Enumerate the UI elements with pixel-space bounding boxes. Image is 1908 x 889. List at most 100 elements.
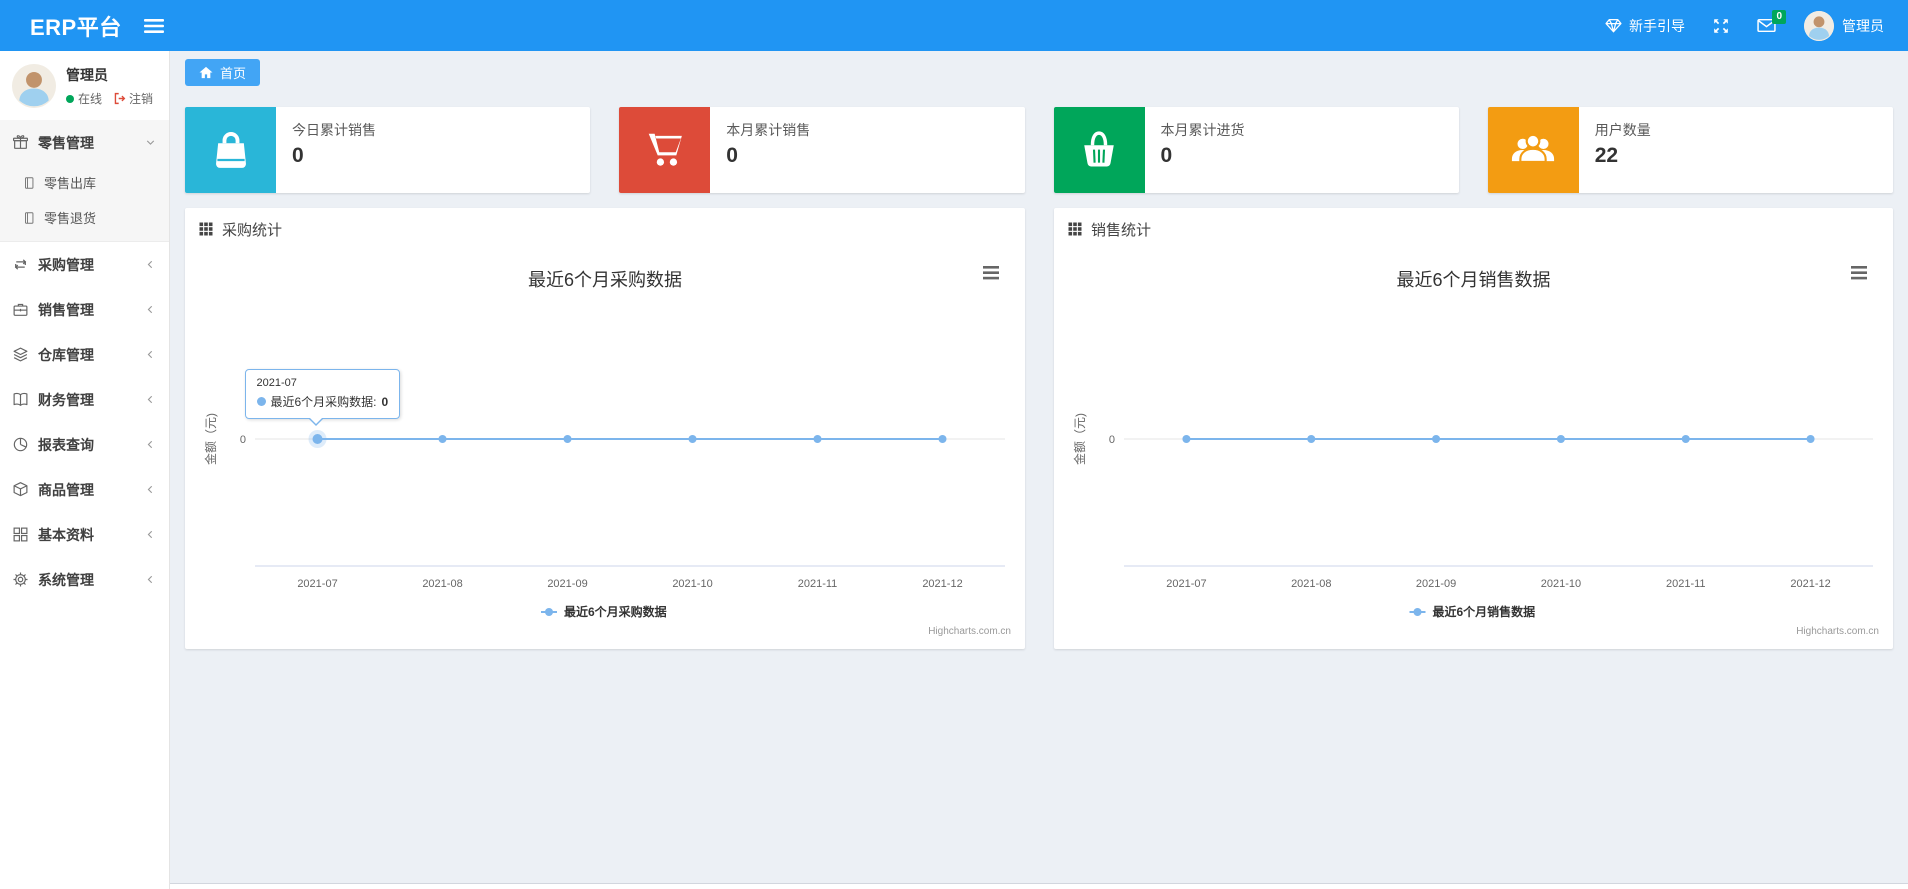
th-grid-icon bbox=[199, 222, 213, 236]
stat-card-value: 0 bbox=[1160, 144, 1173, 167]
shopping-bag-icon bbox=[185, 107, 276, 193]
sidebar-item-retail-outbound[interactable]: 零售出库 bbox=[0, 165, 169, 200]
sidebar-item-system[interactable]: 系统管理 bbox=[0, 557, 169, 602]
chart-svg: 最近6个月采购数据金额（元) 02021-07 2021-08 2021-09 2021… bbox=[203, 260, 1011, 637]
data-point[interactable] bbox=[1806, 435, 1815, 443]
sidebar-item-reports[interactable]: 报表查询 bbox=[0, 422, 169, 467]
chart-legend[interactable]: 最近6个月采购数据 bbox=[541, 604, 667, 619]
data-point[interactable] bbox=[1307, 435, 1316, 443]
svg-text:最近6个月采购数据: 最近6个月采购数据 bbox=[564, 604, 667, 619]
stat-card-label: 今日累计销售 bbox=[292, 122, 376, 138]
fullscreen-icon bbox=[1714, 18, 1728, 33]
briefcase-icon bbox=[13, 303, 28, 316]
y-axis-title: 金额（元) bbox=[203, 413, 218, 465]
y-axis-tick: 0 bbox=[1109, 434, 1115, 446]
purchase-chart[interactable]: 2021-07 最近6个月采购数据: 0 最近6个月采购数据 金额（元) 0 2021… bbox=[195, 250, 1015, 640]
data-point[interactable] bbox=[1556, 435, 1565, 443]
breadcrumb-tab-home[interactable]: 首页 bbox=[185, 59, 261, 86]
chart-legend[interactable]: 最近6个月销售数据 bbox=[1409, 604, 1536, 619]
online-status-label: 在线 bbox=[78, 92, 103, 106]
notebook-icon bbox=[25, 176, 34, 189]
guide-link[interactable]: 新手引导 bbox=[1605, 16, 1685, 36]
x-axis-label: 2021-12 bbox=[922, 578, 962, 590]
data-point[interactable] bbox=[1681, 435, 1690, 443]
stat-card-value: 0 bbox=[726, 144, 738, 167]
stat-card-value: 22 bbox=[1594, 144, 1619, 167]
sales-chart[interactable]: 最近6个月销售数据 金额（元) 0 2021-07 2021-08 2021-09 2021… bbox=[1064, 250, 1883, 640]
breadcrumb-label: 首页 bbox=[220, 66, 247, 81]
data-point[interactable] bbox=[312, 434, 323, 444]
sidebar-item-retail-return[interactable]: 零售退货 bbox=[0, 200, 169, 235]
sidebar-item-label: 系统管理 bbox=[38, 571, 94, 588]
sidebar-item-warehouse[interactable]: 仓库管理 bbox=[0, 332, 169, 377]
guide-label: 新手引导 bbox=[1629, 17, 1685, 34]
pie-chart-icon bbox=[13, 437, 28, 452]
data-point[interactable] bbox=[688, 435, 697, 443]
users-icon bbox=[1487, 107, 1579, 193]
open-book-icon bbox=[13, 392, 28, 406]
tooltip-series-dot bbox=[256, 397, 266, 406]
chevron-left-icon bbox=[144, 348, 157, 361]
sidebar-item-label: 商品管理 bbox=[38, 481, 94, 498]
sidebar-item-goods[interactable]: 商品管理 bbox=[0, 467, 169, 512]
treeview-retail: 零售管理 零售出库 零售退货 bbox=[0, 120, 169, 242]
x-axis-label: 2021-10 bbox=[1541, 578, 1581, 590]
chevron-left-icon bbox=[144, 258, 157, 271]
data-point[interactable] bbox=[813, 435, 822, 443]
stat-card-user-count[interactable]: 用户数量 22 bbox=[1487, 107, 1893, 193]
x-axis-label: 2021-07 bbox=[1166, 578, 1206, 590]
sidebar-item-label: 销售管理 bbox=[38, 301, 94, 318]
x-axis-label: 2021-09 bbox=[547, 578, 587, 590]
data-point[interactable] bbox=[438, 435, 447, 443]
sidebar-item-sales[interactable]: 销售管理 bbox=[0, 287, 169, 332]
data-point[interactable] bbox=[938, 435, 947, 443]
purchase-stats-panel: 采购统计 2021-07 最近6个月采购数据: 0 最近6个月采购数据 金额（元)… bbox=[185, 208, 1025, 649]
chart-credits[interactable]: Highcharts.com.cn bbox=[1796, 626, 1879, 637]
data-point[interactable] bbox=[1432, 435, 1441, 443]
user-menu[interactable]: 管理员 bbox=[1804, 10, 1884, 41]
app-logo[interactable]: ERP平台 bbox=[0, 10, 122, 42]
messages-button[interactable]: 0 bbox=[1757, 10, 1786, 33]
sidebar-item-retail[interactable]: 零售管理 bbox=[0, 120, 169, 165]
tooltip-value: 0 bbox=[381, 394, 389, 409]
chart-title: 最近6个月采购数据 bbox=[528, 270, 682, 290]
shopping-cart-icon bbox=[619, 107, 711, 193]
home-icon bbox=[199, 66, 213, 79]
logout-label: 注销 bbox=[129, 92, 154, 106]
user-avatar bbox=[1804, 10, 1834, 41]
sidebar-toggle-button[interactable] bbox=[143, 18, 164, 34]
stat-card-month-sales[interactable]: 本月累计销售 0 bbox=[619, 107, 1025, 193]
navbar-username: 管理员 bbox=[1842, 17, 1884, 34]
data-point[interactable] bbox=[1182, 435, 1191, 443]
sidebar-item-purchase[interactable]: 采购管理 bbox=[0, 242, 169, 287]
top-navbar: ERP平台 新手引导 0 管理员 bbox=[0, 0, 1908, 51]
sidebar-user-name: 管理员 bbox=[66, 67, 108, 83]
stat-card-today-sales[interactable]: 今日累计销售 0 bbox=[185, 107, 591, 193]
chart-credits[interactable]: Highcharts.com.cn bbox=[928, 626, 1011, 637]
sidebar-item-basic-data[interactable]: 基本资料 bbox=[0, 512, 169, 557]
chart-context-menu-button[interactable] bbox=[977, 260, 1005, 286]
sidebar-subitem-label: 零售出库 bbox=[44, 176, 97, 191]
stat-card-label: 本月累计销售 bbox=[726, 122, 811, 138]
charts-row: 采购统计 2021-07 最近6个月采购数据: 0 最近6个月采购数据 金额（元)… bbox=[185, 208, 1893, 649]
chart-context-menu-button[interactable] bbox=[1845, 260, 1873, 286]
data-point[interactable] bbox=[563, 435, 572, 443]
sidebar-user-avatar bbox=[12, 64, 56, 108]
sign-out-icon bbox=[114, 92, 126, 105]
chevron-left-icon bbox=[144, 438, 157, 451]
x-axis-label: 2021-11 bbox=[798, 578, 838, 590]
chevron-left-icon bbox=[144, 573, 157, 586]
chevron-left-icon bbox=[144, 528, 157, 541]
chevron-left-icon bbox=[144, 483, 157, 496]
cube-icon bbox=[13, 482, 28, 497]
notebook-icon bbox=[25, 211, 34, 224]
logout-link[interactable]: 注销 bbox=[113, 90, 153, 107]
sidebar-subitem-label: 零售退货 bbox=[44, 211, 97, 226]
chart-title: 最近6个月销售数据 bbox=[1396, 270, 1550, 290]
sidebar-item-finance[interactable]: 财务管理 bbox=[0, 377, 169, 422]
stat-card-month-purchase[interactable]: 本月累计进货 0 bbox=[1053, 107, 1459, 193]
hamburger-icon bbox=[143, 18, 164, 33]
sidebar-item-label: 财务管理 bbox=[38, 391, 94, 408]
svg-text:最近6个月销售数据: 最近6个月销售数据 bbox=[1433, 604, 1536, 619]
fullscreen-button[interactable] bbox=[1713, 18, 1729, 34]
